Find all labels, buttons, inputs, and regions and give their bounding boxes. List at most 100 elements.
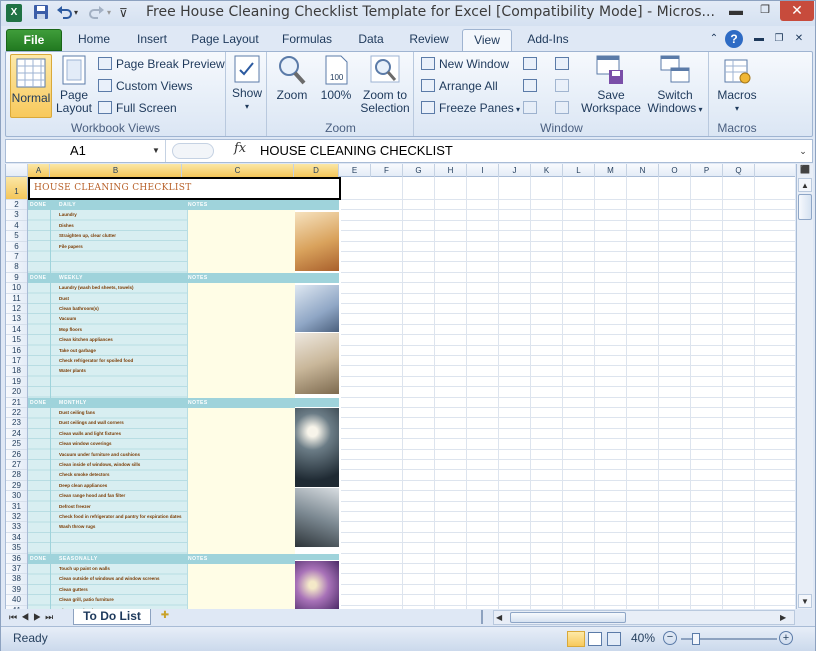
synchronous-scrolling-button[interactable] — [555, 76, 571, 96]
workbook-minimize-icon[interactable]: ▬ — [751, 29, 767, 51]
task-item[interactable]: Check smoke detectors — [59, 470, 110, 480]
row-header[interactable]: 38 — [6, 574, 27, 585]
task-item[interactable]: Laundry (wash bed sheets, towels) — [59, 283, 134, 293]
column-header[interactable]: L — [563, 164, 595, 177]
row-header[interactable]: 40 — [6, 595, 27, 606]
name-box-dropdown-icon[interactable]: ▼ — [152, 140, 160, 162]
task-item[interactable]: Clean inside of windows, window sills — [59, 460, 140, 470]
select-all-corner[interactable] — [6, 164, 28, 177]
save-icon[interactable] — [33, 4, 49, 22]
row-header[interactable]: 10 — [6, 283, 27, 294]
help-icon[interactable]: ? — [725, 30, 743, 48]
column-header[interactable]: B — [50, 164, 182, 177]
column-header[interactable]: C — [182, 164, 294, 177]
row-header[interactable]: 1 — [6, 177, 27, 200]
row-header[interactable]: 14 — [6, 325, 27, 336]
tab-file[interactable]: File — [6, 29, 62, 51]
task-item[interactable]: Clean range hood and fan filter — [59, 491, 125, 501]
minimize-button[interactable]: ▬ — [722, 1, 750, 21]
task-item[interactable]: Defrost freezer — [59, 502, 91, 512]
arrange-all-button[interactable]: Arrange All — [421, 76, 498, 96]
notes-cell[interactable] — [187, 210, 295, 273]
page-layout-status-icon[interactable] — [588, 632, 602, 646]
tab-page-layout[interactable]: Page Layout — [184, 29, 266, 51]
task-item[interactable]: Clean bathroom(s) — [59, 304, 99, 314]
task-item[interactable]: Clean kitchen appliances — [59, 335, 113, 345]
row-header[interactable]: 27 — [6, 460, 27, 471]
row-header[interactable]: 18 — [6, 366, 27, 377]
row-header[interactable]: 5 — [6, 231, 27, 242]
row-header[interactable]: 20 — [6, 387, 27, 398]
undo-dropdown-icon[interactable]: ▾ — [74, 4, 82, 22]
row-header[interactable]: 17 — [6, 356, 27, 367]
row-header[interactable]: 22 — [6, 408, 27, 419]
task-item[interactable]: Dust ceilings and wall corners — [59, 418, 124, 428]
task-item[interactable]: Vacuum under furniture and cushions — [59, 450, 140, 460]
row-header[interactable]: 19 — [6, 377, 27, 388]
tab-insert[interactable]: Insert — [125, 29, 179, 51]
row-header[interactable]: 4 — [6, 221, 27, 232]
macros-button[interactable]: Macros ▾ — [714, 54, 760, 115]
task-item[interactable]: Dust ceiling fans — [59, 408, 95, 418]
scroll-up-icon[interactable]: ▲ — [798, 178, 812, 192]
task-item[interactable]: Clean walls and light fixtures — [59, 429, 121, 439]
row-header[interactable]: 37 — [6, 564, 27, 575]
page-layout-view-button[interactable]: Page Layout — [54, 54, 94, 115]
tab-data[interactable]: Data — [348, 29, 394, 51]
insert-sheet-icon[interactable]: ✚ — [155, 610, 175, 624]
zoom-100-button[interactable]: 100 100% — [316, 54, 356, 102]
task-item[interactable]: Take out garbage — [59, 346, 96, 356]
column-header[interactable]: K — [531, 164, 563, 177]
hide-button[interactable] — [523, 76, 539, 96]
scroll-left-icon[interactable]: ◀ — [496, 611, 508, 624]
tab-review[interactable]: Review — [401, 29, 457, 51]
customize-qat-icon[interactable]: ⊽ — [119, 4, 131, 22]
workbook-restore-icon[interactable]: ❐ — [771, 29, 787, 51]
column-header[interactable]: A — [28, 164, 50, 177]
zoom-button[interactable]: Zoom — [272, 54, 312, 102]
column-header[interactable]: P — [691, 164, 723, 177]
task-item[interactable]: Check food in refrigerator and pantry fo… — [59, 512, 182, 522]
row-header[interactable]: 26 — [6, 450, 27, 460]
tab-add-ins[interactable]: Add-Ins — [518, 29, 578, 51]
selected-cell-a1[interactable]: HOUSE CLEANING CHECKLIST — [28, 177, 341, 200]
task-item[interactable]: Clean gutters — [59, 585, 88, 595]
sheet-nav-icons[interactable]: ⏮◀▶⏭ — [9, 610, 73, 624]
row-header[interactable]: 3 — [6, 210, 27, 221]
row-header[interactable]: 9 — [6, 273, 27, 284]
row-header[interactable]: 16 — [6, 346, 27, 356]
unhide-button[interactable] — [523, 98, 539, 118]
row-header[interactable]: 33 — [6, 522, 27, 533]
column-header[interactable]: F — [371, 164, 403, 177]
column-header[interactable]: Q — [723, 164, 755, 177]
task-item[interactable]: Laundry — [59, 210, 77, 220]
save-workspace-button[interactable]: Save Workspace — [581, 54, 641, 115]
column-header[interactable]: N — [627, 164, 659, 177]
page-break-preview-button[interactable]: Page Break Preview — [98, 54, 225, 74]
row-header[interactable]: 28 — [6, 470, 27, 481]
redo-icon[interactable] — [89, 4, 105, 22]
excel-app-icon[interactable]: X — [6, 4, 22, 22]
formula-bar-expander-icon[interactable] — [172, 143, 214, 159]
normal-view-button[interactable]: Normal — [10, 54, 52, 118]
row-header[interactable]: 6 — [6, 242, 27, 252]
formula-input[interactable]: HOUSE CLEANING CHECKLIST — [260, 140, 453, 162]
zoom-level[interactable]: 40% — [631, 631, 655, 645]
task-item[interactable]: File papers — [59, 242, 83, 252]
sheet-tab-to-do-list[interactable]: To Do List — [73, 609, 151, 625]
horizontal-scroll-thumb[interactable] — [510, 612, 626, 623]
task-item[interactable]: Clean grill, patio furniture — [59, 595, 114, 605]
task-item[interactable]: Water plants — [59, 366, 86, 376]
restore-button[interactable]: ❐ — [751, 1, 779, 21]
horizontal-scrollbar[interactable]: ◀ ▶ — [493, 610, 795, 625]
notes-cell[interactable] — [187, 408, 295, 554]
tab-home[interactable]: Home — [67, 29, 121, 51]
split-button[interactable] — [523, 54, 539, 74]
tab-formulas[interactable]: Formulas — [273, 29, 341, 51]
row-header[interactable]: 34 — [6, 533, 27, 544]
row-header[interactable]: 23 — [6, 418, 27, 429]
page-break-status-icon[interactable] — [607, 632, 621, 646]
row-header[interactable]: 39 — [6, 585, 27, 596]
row-header[interactable]: 25 — [6, 439, 27, 450]
row-header[interactable]: 7 — [6, 252, 27, 263]
